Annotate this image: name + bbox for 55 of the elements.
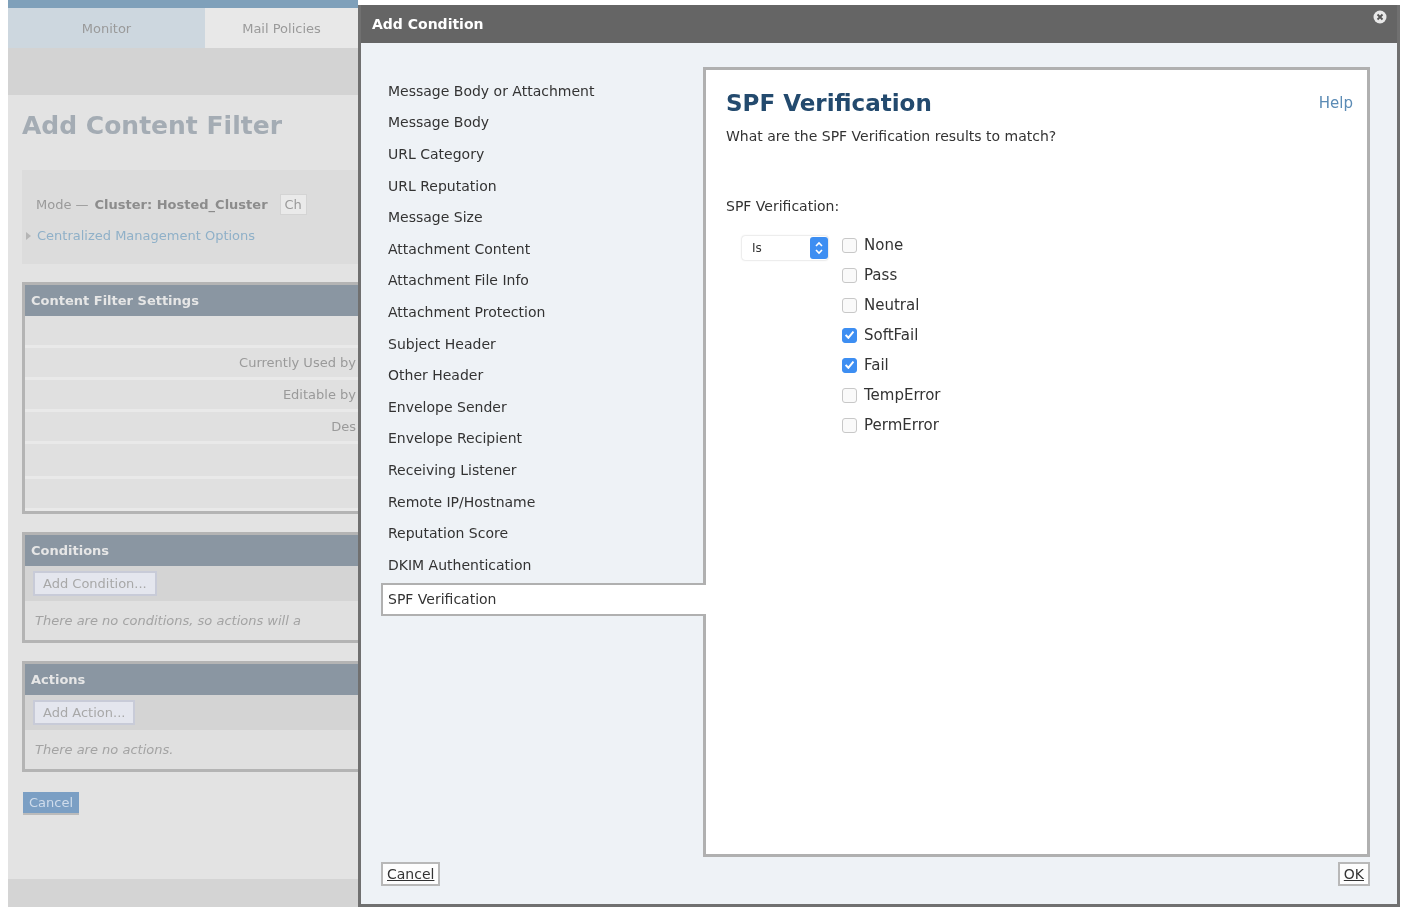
empty-message: There are no actions. xyxy=(34,741,175,759)
checkbox[interactable] xyxy=(842,387,857,403)
condition-type-item[interactable]: Attachment Protection xyxy=(383,296,703,328)
close-icon[interactable] xyxy=(1373,10,1387,24)
condition-type-item[interactable]: Message Size xyxy=(383,201,703,233)
dialog-title: Add Condition xyxy=(372,16,484,32)
checkmark-icon xyxy=(845,331,854,339)
checkbox[interactable] xyxy=(842,267,857,283)
operator-select[interactable]: Is xyxy=(742,236,828,260)
mode-label: Mode — xyxy=(36,197,89,212)
condition-type-item[interactable]: Remote IP/Hostname xyxy=(383,485,703,518)
condition-type-item[interactable]: Subject Header xyxy=(383,327,703,360)
checkbox-label[interactable]: None xyxy=(864,236,904,254)
checkbox-label[interactable]: Fail xyxy=(864,356,889,374)
condition-type-item[interactable]: URL Reputation xyxy=(383,169,703,202)
panel-header: Actions xyxy=(25,664,358,695)
condition-type-item[interactable]: Attachment File Info xyxy=(383,264,703,297)
condition-type-item[interactable]: Reputation Score xyxy=(383,517,703,549)
ok-button[interactable]: OK xyxy=(1337,861,1370,886)
checkbox[interactable] xyxy=(842,237,857,253)
condition-type-item[interactable]: Message Body xyxy=(383,106,703,139)
dropdown-arrows-icon xyxy=(810,237,828,259)
checkbox[interactable] xyxy=(842,297,857,313)
condition-type-item[interactable]: SPF Verification xyxy=(381,582,706,616)
empty-message: There are no conditions, so actions will a xyxy=(34,612,302,630)
condition-type-item[interactable]: Envelope Sender xyxy=(383,390,703,423)
checkbox-label[interactable]: PermError xyxy=(864,416,939,434)
condition-type-item[interactable]: DKIM Authentication xyxy=(383,548,703,581)
checkbox[interactable] xyxy=(842,357,857,373)
field-label: Editable by xyxy=(282,387,357,402)
field-label: Currently Used by xyxy=(239,355,357,370)
checkbox-label[interactable]: SoftFail xyxy=(864,326,919,344)
condition-type-item[interactable]: Envelope Recipient xyxy=(383,422,703,455)
checkbox[interactable] xyxy=(842,327,857,343)
panel-header: Conditions xyxy=(25,535,358,566)
checkbox-label[interactable]: Neutral xyxy=(864,296,920,314)
condition-type-item[interactable]: URL Category xyxy=(383,138,703,170)
field-label: Des xyxy=(331,419,357,434)
checkmark-icon xyxy=(845,361,854,369)
question-text: What are the SPF Verification results to match? xyxy=(726,128,1058,144)
condition-type-item[interactable]: Message Body or Attachment xyxy=(383,75,703,107)
checkbox-label[interactable]: TempError xyxy=(864,386,941,404)
mode-value: Cluster: Hosted_Cluster xyxy=(94,197,268,212)
field-label: SPF Verification: xyxy=(726,198,841,214)
expand-arrow-icon xyxy=(26,231,31,240)
help-link[interactable]: Help xyxy=(1318,94,1353,112)
condition-type-item[interactable]: Other Header xyxy=(383,359,703,391)
checkbox[interactable] xyxy=(842,417,857,433)
condition-heading: SPF Verification xyxy=(726,90,932,116)
page-title: Add Content Filter xyxy=(21,110,283,142)
condition-type-item[interactable]: Attachment Content xyxy=(383,232,703,265)
checkbox-label[interactable]: Pass xyxy=(864,266,898,284)
panel-header: Content Filter Settings xyxy=(25,285,358,316)
cancel-button[interactable]: Cancel xyxy=(381,861,441,886)
condition-type-item[interactable]: Receiving Listener xyxy=(383,454,703,486)
